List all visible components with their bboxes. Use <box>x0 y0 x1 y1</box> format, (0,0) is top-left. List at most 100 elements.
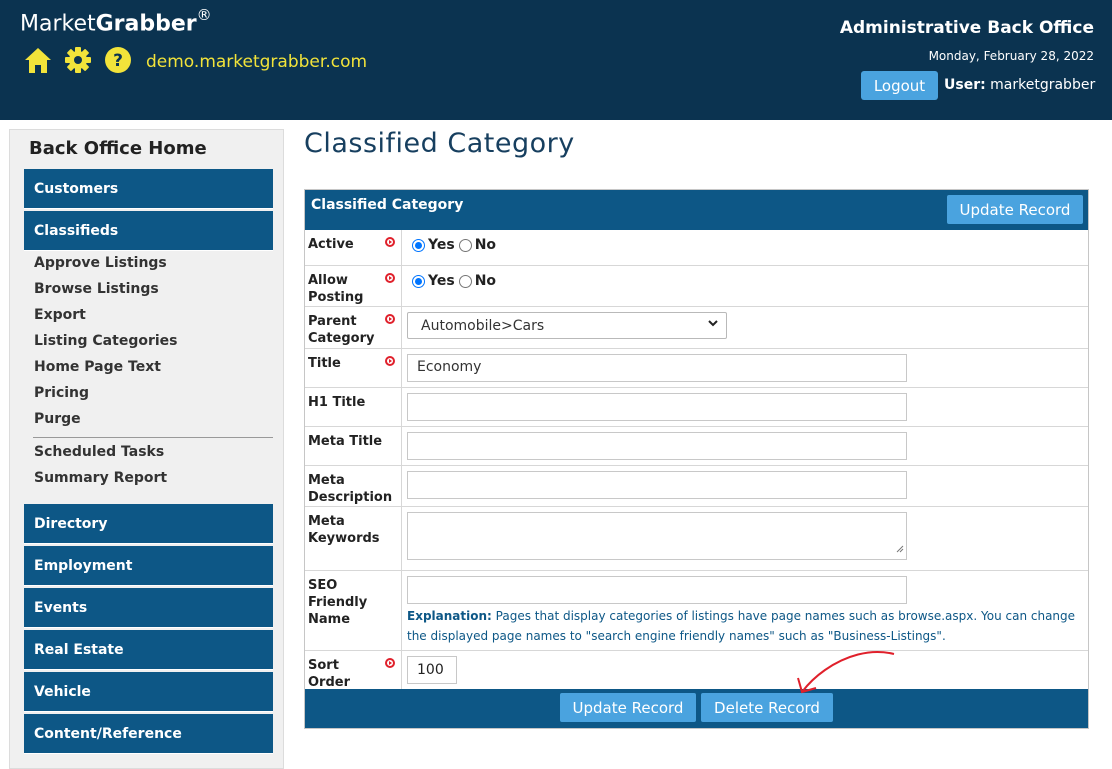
sidebar: Back Office Home Customers Classifieds A… <box>9 129 284 769</box>
brand-logo[interactable]: MarketGrabber® <box>20 6 212 37</box>
form-footer: Update Record Delete Record <box>305 689 1088 728</box>
sidebar-subitem-listing-categories[interactable]: Listing Categories <box>34 333 178 349</box>
annotation-arrow-icon <box>797 650 895 694</box>
sidebar-subitem-home-page-text[interactable]: Home Page Text <box>34 359 161 375</box>
field-label: Meta Keywords <box>308 514 380 546</box>
radio-label: No <box>474 273 497 289</box>
label-cell: Title <box>305 349 402 387</box>
parent-category-select[interactable]: Automobile>Cars <box>407 312 727 339</box>
sidebar-subitem-summary-report[interactable]: Summary Report <box>34 470 167 486</box>
radio-label: Yes <box>428 273 455 289</box>
page-title: Classified Category <box>304 128 575 159</box>
explanation-label: Explanation: <box>407 609 492 623</box>
field-label: Meta Description <box>308 473 393 505</box>
user-info: User: marketgrabber <box>944 77 1095 93</box>
select-value: Automobile>Cars <box>421 318 545 334</box>
allow-posting-radio-group: Yes No <box>412 273 500 289</box>
row-meta-keywords: Meta Keywords <box>305 507 1088 571</box>
meta-description-input[interactable] <box>407 471 907 499</box>
sidebar-subitem-export[interactable]: Export <box>34 307 86 323</box>
update-record-button-top[interactable]: Update Record <box>947 195 1083 224</box>
field-label: H1 Title <box>308 395 366 410</box>
row-sort-order: Sort Order 100 <box>305 651 1088 690</box>
gear-icon[interactable] <box>64 46 92 78</box>
category-form: Classified Category Update Record Active… <box>304 189 1089 729</box>
radio-label: Yes <box>428 237 455 253</box>
sidebar-subitem-pricing[interactable]: Pricing <box>34 385 89 401</box>
label-cell: Active <box>305 230 402 265</box>
sidebar-subitem-approve-listings[interactable]: Approve Listings <box>34 255 167 271</box>
current-date: Monday, February 28, 2022 <box>928 49 1094 63</box>
sidebar-subitem-scheduled-tasks[interactable]: Scheduled Tasks <box>34 444 164 460</box>
radio-label: No <box>474 237 497 253</box>
field-label: Allow Posting <box>308 273 364 305</box>
logout-button[interactable]: Logout <box>861 71 938 100</box>
row-seo-friendly-name: SEO Friendly Name Explanation: Pages tha… <box>305 571 1088 651</box>
row-title: Title Economy <box>305 349 1088 388</box>
row-allow-posting: Allow Posting Yes No <box>305 266 1088 307</box>
field-label: Meta Title <box>308 434 383 449</box>
form-header: Classified Category Update Record <box>305 190 1088 230</box>
active-yes-radio[interactable] <box>412 238 425 252</box>
seo-name-input[interactable] <box>407 576 907 604</box>
allow-posting-yes-radio[interactable] <box>412 274 425 288</box>
update-record-button-bottom[interactable]: Update Record <box>560 693 696 722</box>
allow-posting-no-radio[interactable] <box>458 274 472 288</box>
sidebar-subitem-purge[interactable]: Purge <box>34 411 81 427</box>
site-link[interactable]: demo.marketgrabber.com <box>146 52 367 72</box>
top-header: MarketGrabber® ? demo.marketgrabber.com … <box>0 0 1112 120</box>
label-cell: Parent Category <box>305 307 402 348</box>
sidebar-item-directory[interactable]: Directory <box>24 504 273 544</box>
meta-keywords-textarea[interactable] <box>407 512 907 560</box>
label-cell: Sort Order <box>305 651 402 690</box>
active-no-radio[interactable] <box>458 238 472 252</box>
back-office-home-link[interactable]: Back Office Home <box>29 138 207 159</box>
brand-registered-mark: ® <box>196 6 212 24</box>
sort-order-input[interactable]: 100 <box>407 656 457 684</box>
sidebar-item-real-estate[interactable]: Real Estate <box>24 630 273 670</box>
row-meta-title: Meta Title <box>305 427 1088 466</box>
field-label: Active <box>308 237 354 252</box>
row-active: Active Yes No <box>305 230 1088 266</box>
sidebar-subitem-browse-listings[interactable]: Browse Listings <box>34 281 159 297</box>
svg-text:?: ? <box>113 51 123 71</box>
required-icon <box>385 273 395 283</box>
sidebar-divider <box>33 437 273 438</box>
label-cell: Meta Title <box>305 427 402 465</box>
row-parent-category: Parent Category Automobile>Cars <box>305 307 1088 349</box>
header-icon-bar: ? demo.marketgrabber.com <box>24 46 367 78</box>
sidebar-item-classifieds[interactable]: Classifieds <box>24 211 273 251</box>
active-radio-group: Yes No <box>412 237 500 253</box>
meta-title-input[interactable] <box>407 432 907 460</box>
sidebar-item-vehicle[interactable]: Vehicle <box>24 672 273 712</box>
required-icon <box>385 356 395 366</box>
row-meta-description: Meta Description <box>305 466 1088 507</box>
h1-title-input[interactable] <box>407 393 907 421</box>
sidebar-item-content-reference[interactable]: Content/Reference <box>24 714 273 754</box>
field-label: Sort Order <box>308 658 350 690</box>
field-label: Title <box>308 356 341 371</box>
row-h1-title: H1 Title <box>305 388 1088 427</box>
title-input[interactable]: Economy <box>407 354 907 382</box>
sidebar-item-employment[interactable]: Employment <box>24 546 273 586</box>
label-cell: Meta Keywords <box>305 507 402 570</box>
label-cell: H1 Title <box>305 388 402 426</box>
label-cell: SEO Friendly Name <box>305 571 402 650</box>
form-title: Classified Category <box>311 197 464 213</box>
label-cell: Meta Description <box>305 466 402 506</box>
required-icon <box>385 237 395 247</box>
user-name: marketgrabber <box>990 77 1096 93</box>
field-label: Parent Category <box>308 314 375 346</box>
brand-text-regular: Market <box>20 11 96 37</box>
home-icon[interactable] <box>24 46 52 78</box>
sidebar-item-customers[interactable]: Customers <box>24 169 273 209</box>
seo-explanation: Explanation: Pages that display categori… <box>407 606 1085 646</box>
resize-grip-icon[interactable] <box>895 538 904 557</box>
brand-text-bold: Grabber <box>95 11 197 37</box>
help-icon[interactable]: ? <box>104 46 132 78</box>
explanation-text: Pages that display categories of listing… <box>407 609 1076 643</box>
admin-title: Administrative Back Office <box>839 18 1094 38</box>
sidebar-item-events[interactable]: Events <box>24 588 273 628</box>
label-cell: Allow Posting <box>305 266 402 306</box>
required-icon <box>385 658 395 668</box>
